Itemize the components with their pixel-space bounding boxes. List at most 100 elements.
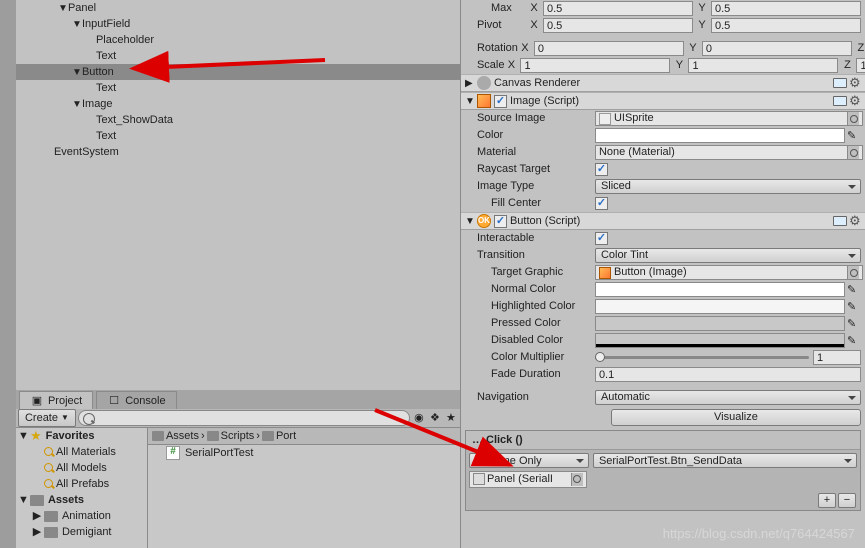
transition-dropdown[interactable]: Color Tint	[595, 248, 861, 263]
hierarchy-item[interactable]: ▼InputField	[16, 16, 460, 32]
disabled-color-field[interactable]	[595, 333, 845, 348]
color-field[interactable]	[595, 128, 845, 143]
scale-z[interactable]	[856, 58, 865, 73]
raycast-checkbox[interactable]	[595, 163, 608, 176]
foldout-icon[interactable]: ▼	[465, 95, 474, 108]
eyedropper-icon[interactable]: ✎	[847, 317, 861, 331]
pivot-y[interactable]	[711, 18, 861, 33]
foldout-icon[interactable]: ▼	[72, 98, 82, 111]
filter-type-icon[interactable]: ❖	[428, 411, 442, 425]
foldout-icon[interactable]: ▶	[465, 77, 474, 90]
fade-duration-field[interactable]	[595, 367, 861, 382]
material-value: None (Material)	[599, 145, 675, 159]
hierarchy-item[interactable]: Text	[16, 80, 460, 96]
pressed-color-field[interactable]	[595, 316, 845, 331]
remove-listener-button[interactable]: −	[838, 493, 856, 508]
runtime-dropdown[interactable]: Runtime Only	[469, 453, 589, 468]
onclick-object-field[interactable]: Panel (SerialI	[469, 471, 587, 487]
gear-icon[interactable]	[849, 77, 861, 89]
z-label: Z	[854, 41, 865, 56]
help-icon[interactable]	[833, 216, 847, 226]
breadcrumb-item[interactable]: Scripts	[207, 429, 255, 443]
enable-checkbox[interactable]	[494, 95, 507, 108]
material-field[interactable]: None (Material)	[595, 145, 863, 160]
object-picker-icon[interactable]	[571, 473, 583, 486]
add-listener-button[interactable]: +	[818, 493, 836, 508]
foldout-icon[interactable]: ▼	[72, 18, 82, 31]
enable-checkbox[interactable]	[494, 215, 507, 228]
help-icon[interactable]	[833, 78, 847, 88]
target-graphic-field[interactable]: Button (Image)	[595, 265, 863, 280]
help-icon[interactable]	[833, 96, 847, 106]
hierarchy-item[interactable]: Text	[16, 48, 460, 64]
breadcrumb-item[interactable]: Assets	[152, 429, 199, 443]
max-x[interactable]	[543, 1, 693, 16]
tab-console[interactable]: ☐ Console	[96, 391, 176, 409]
project-tree-item[interactable]: All Prefabs	[16, 476, 147, 492]
navigation-dropdown[interactable]: Automatic	[595, 390, 861, 405]
hierarchy-item[interactable]: Placeholder	[16, 32, 460, 48]
hierarchy-item[interactable]: ▼Panel	[16, 0, 460, 16]
hierarchy-item[interactable]: ▼Image	[16, 96, 460, 112]
breadcrumb-item[interactable]: Port	[262, 429, 296, 443]
project-tree-item[interactable]: ▼★Favorites	[16, 428, 147, 444]
foldout-icon[interactable]: ▼	[58, 2, 68, 15]
project-tree-item[interactable]: All Materials	[16, 444, 147, 460]
button-component-header[interactable]: ▼ OK Button (Script)	[461, 212, 865, 230]
search-input[interactable]	[78, 410, 410, 426]
fill-center-checkbox[interactable]	[595, 197, 608, 210]
hierarchy-item[interactable]: EventSystem	[16, 144, 460, 160]
highlighted-color-field[interactable]	[595, 299, 845, 314]
image-type-dropdown[interactable]: Sliced	[595, 179, 861, 194]
foldout-icon[interactable]: ▶	[32, 525, 42, 539]
hierarchy-item[interactable]: Text_ShowData	[16, 112, 460, 128]
foldout-icon[interactable]: ▼	[465, 215, 474, 228]
save-search-icon[interactable]: ★	[444, 411, 458, 425]
rot-y[interactable]	[702, 41, 852, 56]
project-file-item[interactable]: SerialPortTest	[148, 445, 460, 461]
color-multiplier-slider[interactable]	[595, 350, 865, 365]
eyedropper-icon[interactable]: ✎	[847, 283, 861, 297]
tab-project[interactable]: ▣ Project	[19, 391, 93, 409]
max-y[interactable]	[711, 1, 861, 16]
pivot-x[interactable]	[543, 18, 693, 33]
eyedropper-icon[interactable]: ✎	[847, 334, 861, 348]
gear-icon[interactable]	[849, 215, 861, 227]
create-button[interactable]: Create▼	[18, 409, 76, 427]
window-edge	[0, 0, 16, 548]
visualize-button[interactable]: Visualize	[611, 409, 861, 426]
color-multiplier-value[interactable]	[813, 350, 861, 365]
function-dropdown[interactable]: SerialPortTest.Btn_SendData	[593, 453, 857, 468]
fade-duration-label: Fade Duration	[461, 367, 595, 381]
project-tree-item[interactable]: ▶Demigiant	[16, 524, 147, 540]
foldout-icon[interactable]: ▼	[18, 429, 28, 443]
foldout-icon[interactable]: ▼	[72, 66, 82, 79]
rot-x[interactable]	[534, 41, 684, 56]
project-tree-item[interactable]: All Models	[16, 460, 147, 476]
image-component-header[interactable]: ▼ Image (Script)	[461, 92, 865, 110]
eyedropper-icon[interactable]: ✎	[847, 300, 861, 314]
normal-color-field[interactable]	[595, 282, 845, 297]
project-tree-item[interactable]: ▼Assets	[16, 492, 147, 508]
inspector-panel: Max XY Pivot XY Rotation XYZ Scale XYZ ▶…	[461, 0, 865, 548]
eyedropper-icon[interactable]: ✎	[847, 129, 861, 143]
object-picker-icon[interactable]	[847, 112, 859, 125]
gear-icon[interactable]	[849, 95, 861, 107]
project-tree-item[interactable]: ▶Animation	[16, 508, 147, 524]
hierarchy-item[interactable]: ▼Button	[16, 64, 460, 80]
hierarchy-item[interactable]: Text	[16, 128, 460, 144]
project-body: ▼★FavoritesAll MaterialsAll ModelsAll Pr…	[16, 428, 460, 548]
filter-icon[interactable]: ◉	[412, 411, 426, 425]
object-picker-icon[interactable]	[847, 146, 859, 159]
foldout-icon[interactable]: ▼	[18, 493, 28, 507]
search-icon	[44, 479, 54, 489]
folder-icon	[152, 431, 164, 441]
scale-y[interactable]	[688, 58, 838, 73]
scale-x[interactable]	[520, 58, 670, 73]
foldout-icon[interactable]: ▶	[32, 509, 42, 523]
hierarchy-label: Image	[82, 97, 113, 111]
interactable-checkbox[interactable]	[595, 232, 608, 245]
object-picker-icon[interactable]	[847, 266, 859, 279]
canvas-renderer-header[interactable]: ▶ Canvas Renderer	[461, 74, 865, 92]
source-image-field[interactable]: UISprite	[595, 111, 863, 126]
